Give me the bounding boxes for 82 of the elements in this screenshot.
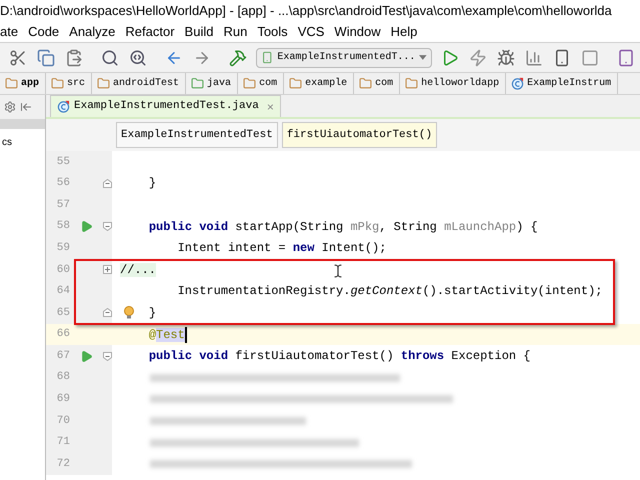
structure-breadcrumb[interactable]: ExampleInstrumentedTest xyxy=(116,122,278,148)
line-number: 57 xyxy=(56,198,70,213)
folder-icon xyxy=(405,77,418,90)
profile-icon[interactable] xyxy=(525,48,543,66)
menu-item[interactable]: Tools xyxy=(257,22,288,42)
collapse-fold-icon[interactable] xyxy=(102,178,112,188)
line-number: 64 xyxy=(56,284,70,300)
device-icon[interactable] xyxy=(553,48,571,66)
cut-icon[interactable] xyxy=(9,48,27,66)
folder-icon xyxy=(97,77,110,90)
class-icon xyxy=(57,100,70,113)
line-number: 65 xyxy=(56,306,70,321)
menu-item[interactable]: Run xyxy=(223,22,248,42)
collapse-fold-icon[interactable] xyxy=(102,308,112,318)
lightning-icon[interactable] xyxy=(469,48,487,66)
hammer-icon[interactable] xyxy=(229,48,247,66)
line-number: 55 xyxy=(56,154,70,170)
package-icon xyxy=(359,77,372,90)
window-title: D:\android\workspaces\HelloWorldApp] - [app] - ...\app\src\androidTest\java\com\example\com\helloworlda xyxy=(0,2,612,20)
menu-item[interactable]: Refactor xyxy=(125,22,175,42)
line-number: 72 xyxy=(56,456,70,472)
line-number: 58 xyxy=(56,219,70,234)
folder-icon xyxy=(51,77,64,90)
run-icon[interactable] xyxy=(441,48,459,66)
project-tree-item[interactable]: cs xyxy=(0,135,12,150)
editor-tab[interactable]: ExampleInstrumentedTest.java × xyxy=(50,95,281,117)
code-line: } xyxy=(148,304,156,322)
run-gutter-icon[interactable] xyxy=(80,220,92,234)
android-config-icon xyxy=(261,51,274,64)
settings-icon[interactable] xyxy=(4,101,16,113)
menu-item[interactable]: Help xyxy=(390,22,418,42)
code-line: @Test xyxy=(148,326,185,344)
code-line: Intent intent = new Intent(); xyxy=(178,240,386,258)
breadcrumb-item[interactable]: androidTest xyxy=(113,76,180,91)
breadcrumb-item[interactable]: helloworldapp xyxy=(421,76,500,91)
code-line: InstrumentationRegistry.getContext().startActivity(intent); xyxy=(178,283,602,300)
run-configuration-dropdown[interactable]: ExampleInstrumentedT... xyxy=(256,48,432,68)
lightbulb-icon[interactable] xyxy=(124,306,134,320)
paste-icon[interactable] xyxy=(65,48,83,66)
breadcrumb-item[interactable]: com xyxy=(375,76,394,91)
code-line: public void startApp(String mPkg, String mLaunchApp) { xyxy=(148,218,538,236)
line-number: 60 xyxy=(56,262,70,278)
collapse-panel-icon[interactable] xyxy=(20,101,32,113)
line-number: 56 xyxy=(56,176,70,192)
expand-fold-icon[interactable] xyxy=(102,265,112,274)
breadcrumb-item[interactable]: app xyxy=(21,76,40,91)
menu-item[interactable]: Window xyxy=(334,22,381,42)
breadcrumb-item[interactable]: com xyxy=(259,76,278,91)
line-number: 68 xyxy=(56,370,70,386)
class-icon xyxy=(511,77,524,90)
collapse-fold-icon[interactable] xyxy=(102,352,112,361)
line-number: 66 xyxy=(56,327,70,342)
line-number: 67 xyxy=(56,348,70,364)
package-icon xyxy=(243,77,256,90)
dropdown-caret-icon xyxy=(419,55,427,60)
copy-icon[interactable] xyxy=(37,48,55,66)
breadcrumb-item[interactable]: example xyxy=(305,76,348,91)
breadcrumb-item[interactable]: ExampleInstrum xyxy=(527,76,612,91)
breadcrumb-item[interactable]: src xyxy=(67,76,86,91)
line-number: 71 xyxy=(56,435,70,450)
tablet-icon[interactable] xyxy=(617,48,635,66)
menu-item[interactable]: VCS xyxy=(298,22,324,42)
run-gutter-icon[interactable] xyxy=(80,350,92,363)
structure-breadcrumb[interactable]: firstUiautomatorTest() xyxy=(282,122,438,148)
line-number: 59 xyxy=(56,240,70,256)
code-line: public void firstUiautomatorTest() throws Exception { xyxy=(148,348,531,366)
module-folder-icon xyxy=(5,77,18,90)
menu-item[interactable]: Analyze xyxy=(69,22,116,42)
line-number: 69 xyxy=(56,392,70,408)
replace-icon[interactable] xyxy=(129,48,147,66)
collapse-fold-icon[interactable] xyxy=(102,222,112,232)
code-line: } xyxy=(148,175,156,192)
search-icon[interactable] xyxy=(101,48,119,66)
debug-icon[interactable] xyxy=(497,48,515,66)
line-number: 70 xyxy=(56,414,70,429)
menu-item[interactable]: ate xyxy=(0,22,18,42)
stop-icon[interactable] xyxy=(581,48,599,66)
menu-item[interactable]: Build xyxy=(184,22,214,42)
package-icon xyxy=(289,77,302,90)
menu-item[interactable]: Code xyxy=(28,22,60,42)
source-folder-icon xyxy=(191,77,204,90)
breadcrumb-item[interactable]: java xyxy=(207,76,232,91)
